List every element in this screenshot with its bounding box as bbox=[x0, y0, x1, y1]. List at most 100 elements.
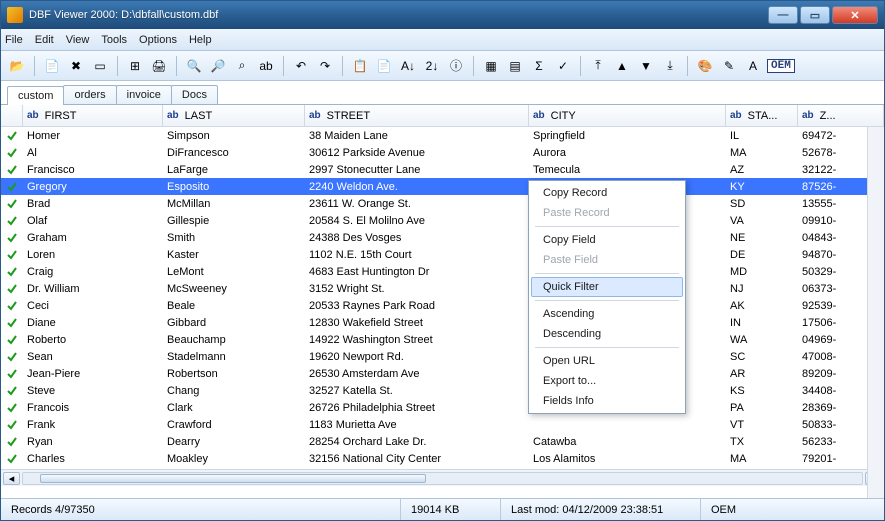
maximize-button[interactable]: ▭ bbox=[800, 6, 830, 24]
context-menu-export-to-[interactable]: Export to... bbox=[531, 371, 683, 391]
toolbar-sum-icon[interactable]: Σ bbox=[529, 56, 549, 76]
toolbar-bottom-icon[interactable]: ⤓ bbox=[660, 56, 680, 76]
column-last[interactable]: abLAST bbox=[163, 105, 305, 126]
table-row[interactable]: Jean-PiereRobertson26530 Amsterdam AveAR… bbox=[1, 365, 884, 382]
table-row[interactable]: CraigLeMont4683 East Huntington DrMD5032… bbox=[1, 263, 884, 280]
scroll-track[interactable] bbox=[22, 472, 863, 485]
toolbar-struct-icon[interactable]: ⊞ bbox=[125, 56, 145, 76]
table-row[interactable]: SteveChang32527 Katella St.KS34408- bbox=[1, 382, 884, 399]
menu-tools[interactable]: Tools bbox=[101, 34, 127, 46]
scroll-thumb[interactable] bbox=[40, 474, 426, 483]
context-menu-quick-filter[interactable]: Quick Filter bbox=[531, 277, 683, 297]
table-row[interactable]: FrancoisClark26726 Philadelphia StreetPA… bbox=[1, 399, 884, 416]
toolbar-paint-icon[interactable]: ✎ bbox=[719, 56, 739, 76]
table-row[interactable]: SeanStadelmann19620 Newport Rd.SC47008- bbox=[1, 348, 884, 365]
cell-state: IL bbox=[726, 130, 798, 142]
table-row[interactable]: Dr. WilliamMcSweeney3152 Wright St.NJ063… bbox=[1, 280, 884, 297]
toolbar-top-icon[interactable]: ⤒ bbox=[588, 56, 608, 76]
toolbar-table-icon[interactable]: ▦ bbox=[481, 56, 501, 76]
context-menu-open-url[interactable]: Open URL bbox=[531, 351, 683, 371]
toolbar-row-icon[interactable]: ▭ bbox=[90, 56, 110, 76]
cell-state: NJ bbox=[726, 283, 798, 295]
table-row[interactable]: FranciscoLaFarge2997 Stonecutter LaneTem… bbox=[1, 161, 884, 178]
toolbar-sortdesc-icon[interactable]: 2↓ bbox=[422, 56, 442, 76]
cell-first: Francisco bbox=[23, 164, 163, 176]
cell-first: Diane bbox=[23, 317, 163, 329]
menu-file[interactable]: File bbox=[5, 34, 23, 46]
column-state[interactable]: abSTA... bbox=[726, 105, 798, 126]
table-row[interactable]: FrankCrawford1183 Murietta AveVT50833- bbox=[1, 416, 884, 433]
toolbar-grid-icon[interactable]: ▤ bbox=[505, 56, 525, 76]
toolbar-redo-icon[interactable]: ↷ bbox=[315, 56, 335, 76]
column-marker[interactable] bbox=[1, 105, 23, 126]
table-row[interactable]: LorenKaster1102 N.E. 15th CourtDE94870- bbox=[1, 246, 884, 263]
menu-view[interactable]: View bbox=[66, 34, 90, 46]
table-row[interactable]: AlDiFrancesco30612 Parkside AvenueAurora… bbox=[1, 144, 884, 161]
menu-options[interactable]: Options bbox=[139, 34, 177, 46]
table-row[interactable]: HomerSimpson38 Maiden LaneSpringfieldIL6… bbox=[1, 127, 884, 144]
toolbar-copy-icon[interactable]: 📋 bbox=[350, 56, 370, 76]
close-button[interactable]: ✕ bbox=[832, 6, 878, 24]
scroll-left-button[interactable]: ◂ bbox=[3, 472, 20, 485]
table-row[interactable]: OlafGillespie20584 S. El Molilno AveVA09… bbox=[1, 212, 884, 229]
toolbar-paste-icon[interactable]: 📄 bbox=[374, 56, 394, 76]
context-menu-paste-record: Paste Record bbox=[531, 203, 683, 223]
toolbar-open-icon[interactable]: 📂 bbox=[7, 56, 27, 76]
toolbar-findnext-icon[interactable]: 🔎 bbox=[208, 56, 228, 76]
menu-help[interactable]: Help bbox=[189, 34, 212, 46]
toolbar-undo-icon[interactable]: ↶ bbox=[291, 56, 311, 76]
toolbar-up-icon[interactable]: ▲ bbox=[612, 56, 632, 76]
table-row[interactable]: GrahamSmith24388 Des VosgesNE04843- bbox=[1, 229, 884, 246]
table-row[interactable]: DianeGibbard12830 Wakefield StreetIN1750… bbox=[1, 314, 884, 331]
table-row[interactable]: GregoryEsposito2240 Weldon Ave.KY87526- bbox=[1, 178, 884, 195]
toolbar-print-icon[interactable]: 🖨 bbox=[149, 56, 169, 76]
status-records: Records 4/97350 bbox=[1, 499, 401, 520]
toolbar-seek-icon[interactable]: ⌕ bbox=[232, 56, 252, 76]
toolbar-sortaz-icon[interactable]: A↓ bbox=[398, 56, 418, 76]
minimize-button[interactable]: — bbox=[768, 6, 798, 24]
table-row[interactable]: CeciBeale20533 Raynes Park RoadAK92539- bbox=[1, 297, 884, 314]
grid-body[interactable]: HomerSimpson38 Maiden LaneSpringfieldIL6… bbox=[1, 127, 884, 469]
context-menu-copy-field[interactable]: Copy Field bbox=[531, 230, 683, 250]
toolbar-find-icon[interactable]: 🔍 bbox=[184, 56, 204, 76]
toolbar-check-icon[interactable]: ✓ bbox=[553, 56, 573, 76]
tab-orders[interactable]: orders bbox=[63, 85, 116, 104]
toolbar-down-icon[interactable]: ▼ bbox=[636, 56, 656, 76]
table-row[interactable]: RyanDearry28254 Orchard Lake Dr.CatawbaT… bbox=[1, 433, 884, 450]
table-row[interactable]: BradMcMillan23611 W. Orange St.SD13555- bbox=[1, 195, 884, 212]
cell-city: Temecula bbox=[529, 164, 726, 176]
row-check-icon bbox=[1, 181, 23, 193]
context-menu-fields-info[interactable]: Fields Info bbox=[531, 391, 683, 411]
table-row[interactable]: RobertoBeauchamp14922 Washington StreetW… bbox=[1, 331, 884, 348]
context-menu-ascending[interactable]: Ascending bbox=[531, 304, 683, 324]
cell-city: Los Alamitos bbox=[529, 453, 726, 465]
toolbar-new-icon[interactable]: 📄 bbox=[42, 56, 62, 76]
cell-street: 23611 W. Orange St. bbox=[305, 198, 529, 210]
column-zip[interactable]: abZ... bbox=[798, 105, 884, 126]
row-check-icon bbox=[1, 402, 23, 414]
toolbar-oem-icon[interactable]: OEM bbox=[767, 56, 795, 76]
cell-street: 26530 Amsterdam Ave bbox=[305, 368, 529, 380]
toolbar-font-icon[interactable]: A bbox=[743, 56, 763, 76]
column-street[interactable]: abSTREET bbox=[305, 105, 529, 126]
context-menu-descending[interactable]: Descending bbox=[531, 324, 683, 344]
row-check-icon bbox=[1, 436, 23, 448]
vertical-scrollbar[interactable] bbox=[867, 127, 884, 498]
column-city[interactable]: abCITY bbox=[529, 105, 726, 126]
cell-first: Olaf bbox=[23, 215, 163, 227]
tab-docs[interactable]: Docs bbox=[171, 85, 218, 104]
toolbar-info-icon[interactable]: ⓘ bbox=[446, 56, 466, 76]
toolbar-palette-icon[interactable]: 🎨 bbox=[695, 56, 715, 76]
app-window: DBF Viewer 2000: D:\dbfall\custom.dbf — … bbox=[0, 0, 885, 521]
context-menu-copy-record[interactable]: Copy Record bbox=[531, 183, 683, 203]
table-row[interactable]: CharlesMoakley32156 National City Center… bbox=[1, 450, 884, 467]
column-first[interactable]: abFIRST bbox=[23, 105, 163, 126]
tab-invoice[interactable]: invoice bbox=[116, 85, 172, 104]
row-check-icon bbox=[1, 130, 23, 142]
horizontal-scrollbar[interactable]: ◂ ▸ bbox=[1, 469, 884, 486]
toolbar-delete-icon[interactable]: ✖ bbox=[66, 56, 86, 76]
tab-custom[interactable]: custom bbox=[7, 86, 64, 105]
menu-edit[interactable]: Edit bbox=[35, 34, 54, 46]
cell-last: Clark bbox=[163, 402, 305, 414]
toolbar-replace-icon[interactable]: ab bbox=[256, 56, 276, 76]
